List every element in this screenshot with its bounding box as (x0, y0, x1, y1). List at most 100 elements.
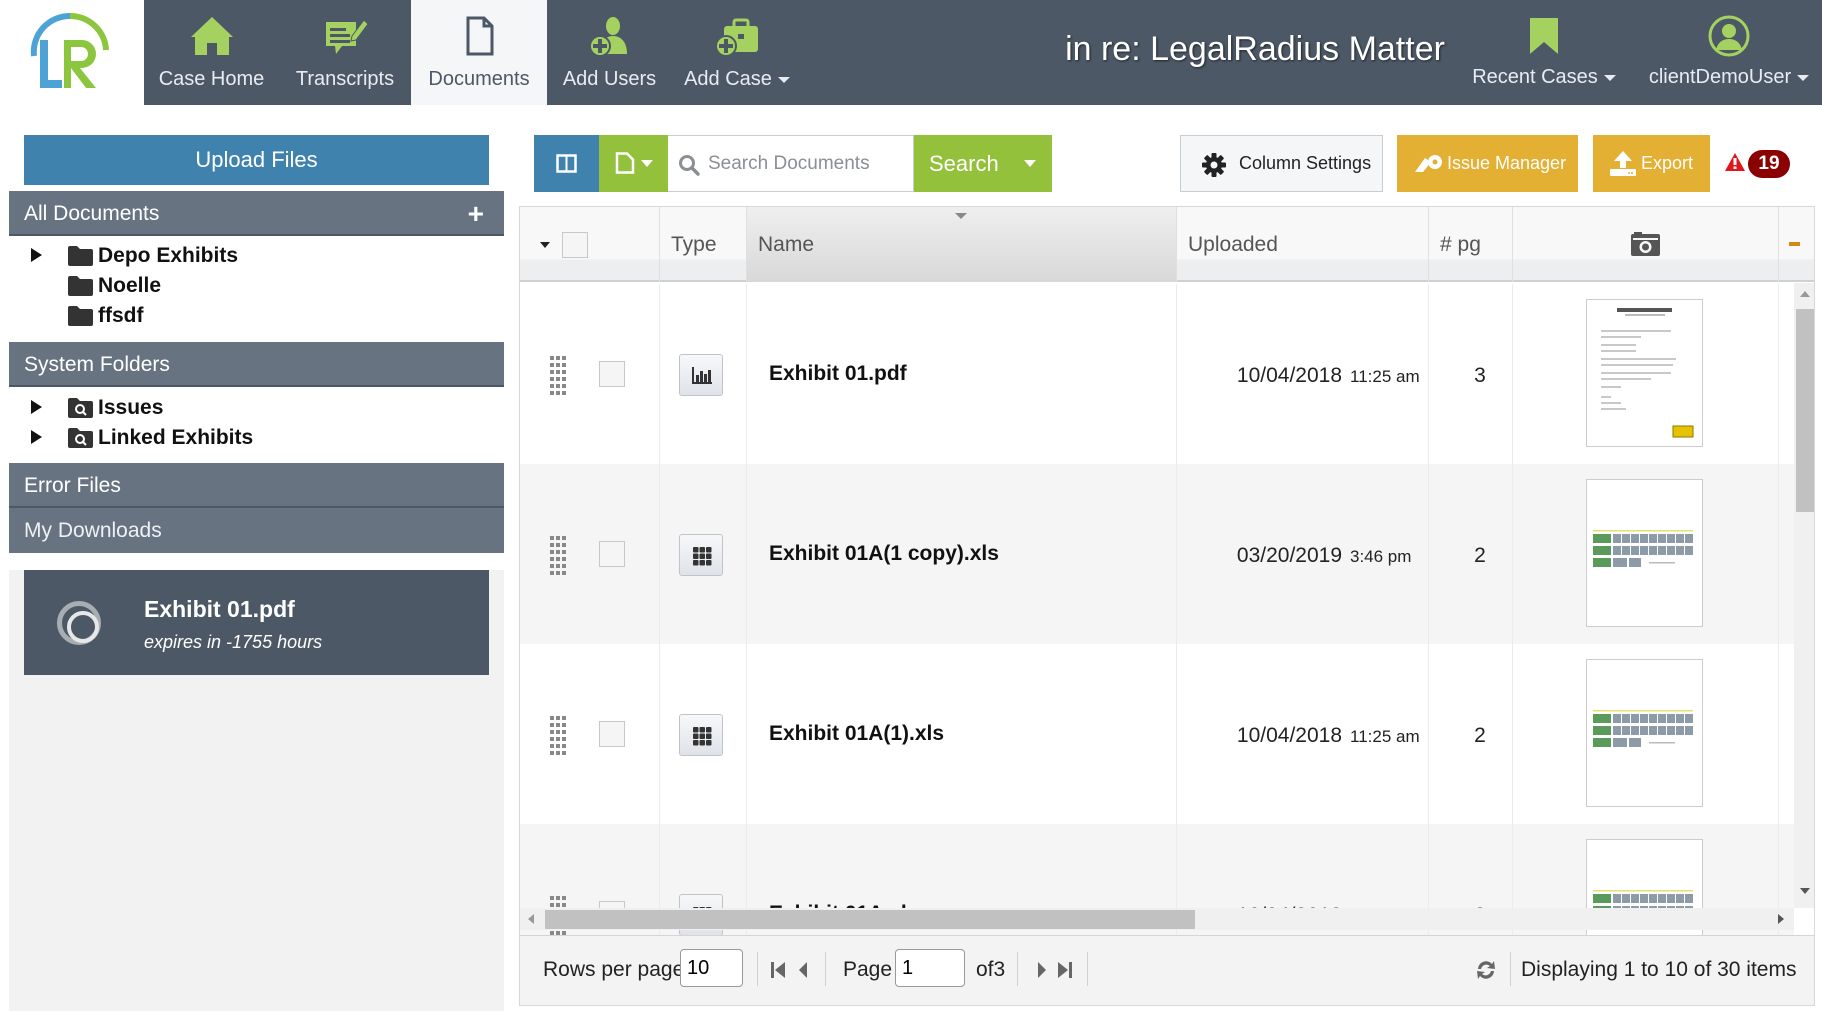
tab-transcripts[interactable]: Transcripts (279, 0, 411, 105)
scroll-down-arrow-icon[interactable] (1800, 888, 1810, 894)
column-header-more[interactable] (1779, 207, 1814, 282)
export-button[interactable]: Export (1593, 135, 1710, 192)
chevron-down-icon[interactable] (1024, 160, 1036, 167)
table-row[interactable]: Exhibit 01.pdf 10/04/2018 11:25 am 3 (520, 284, 1794, 464)
file-type-button[interactable] (679, 534, 723, 576)
alert-count-badge[interactable]: 19 (1748, 150, 1790, 178)
file-name-link[interactable]: Exhibit 01.pdf (769, 362, 907, 386)
folder-item[interactable]: Noelle (31, 272, 161, 300)
vertical-scroll-thumb[interactable] (1796, 309, 1814, 512)
cell-divider (520, 284, 660, 464)
scroll-left-arrow-icon[interactable] (528, 914, 534, 924)
upload-tray-icon (1610, 151, 1636, 176)
file-name-link[interactable]: Exhibit 01A(1 copy).xls (769, 542, 999, 566)
search-button[interactable]: Search (914, 135, 1052, 192)
system-folder-item[interactable]: Linked Exhibits (31, 424, 253, 452)
row-checkbox[interactable] (599, 721, 625, 747)
column-header-pages[interactable]: # pg (1429, 207, 1513, 282)
expand-arrow-icon[interactable] (31, 396, 53, 420)
drag-handle-icon[interactable] (549, 354, 569, 398)
logo[interactable] (0, 0, 144, 105)
document-thumbnail[interactable] (1586, 299, 1703, 447)
user-menu[interactable]: clientDemoUser (1636, 0, 1822, 105)
scroll-right-arrow-icon[interactable] (1778, 914, 1784, 924)
page-number-input[interactable] (895, 949, 965, 987)
last-page-icon[interactable] (1056, 960, 1074, 980)
plus-icon[interactable]: + (468, 191, 484, 236)
divider (825, 952, 826, 986)
row-checkbox[interactable] (599, 361, 625, 387)
next-page-icon[interactable] (1032, 960, 1050, 980)
warning-icon[interactable] (1724, 152, 1746, 172)
search-button-label: Search (929, 151, 999, 176)
document-thumbnail[interactable] (1586, 659, 1703, 807)
document-thumbnail[interactable] (1586, 479, 1703, 627)
folder-item[interactable]: Depo Exhibits (31, 242, 238, 270)
drag-handle-icon[interactable] (549, 714, 569, 758)
issue-manager-button[interactable]: Issue Manager (1397, 135, 1578, 192)
scroll-up-arrow-icon[interactable] (1800, 291, 1810, 297)
tab-case-home[interactable]: Case Home (144, 0, 279, 105)
recent-cases-menu[interactable]: Recent Cases (1464, 0, 1624, 105)
rows-per-page-input[interactable] (680, 949, 743, 987)
error-files-header[interactable]: Error Files (9, 463, 504, 508)
search-input[interactable] (708, 136, 908, 191)
row-checkbox[interactable] (599, 541, 625, 567)
user-name: clientDemoUser (1648, 66, 1792, 88)
table-row[interactable]: Exhibit 01A(1).xls 10/04/2018 11:25 am 2 (520, 644, 1794, 824)
system-folder-item[interactable]: Issues (31, 394, 163, 422)
column-header-type[interactable]: Type (660, 207, 747, 282)
recent-cases-label: Recent Cases (1472, 66, 1598, 88)
folder-label: Noelle (98, 274, 162, 297)
folder-label: Linked Exhibits (98, 426, 254, 449)
home-icon (190, 17, 233, 55)
top-nav: Case Home Transcripts Documents Add User… (0, 0, 1822, 105)
system-folders-header[interactable]: System Folders (9, 342, 504, 387)
toggle-panel-button[interactable] (534, 135, 599, 192)
drag-handle-icon[interactable] (549, 534, 569, 578)
tab-label: clientDemoUser (1636, 66, 1822, 89)
vertical-scrollbar[interactable] (1794, 283, 1814, 908)
spreadsheet-file-type-icon (693, 727, 712, 746)
first-page-icon[interactable] (769, 960, 787, 980)
tab-label-text: Add Case (684, 68, 772, 90)
file-type-button[interactable] (679, 354, 723, 396)
upload-date: 10/04/2018 (1236, 724, 1342, 747)
expand-arrow-icon[interactable] (31, 426, 53, 450)
expand-arrow-icon[interactable] (31, 244, 53, 268)
divider (1087, 952, 1088, 986)
previous-page-icon[interactable] (795, 960, 813, 980)
column-header-name[interactable]: Name (747, 207, 1177, 282)
issue-manager-label: Issue Manager (1447, 153, 1567, 173)
upload-files-button[interactable]: Upload Files (24, 135, 489, 185)
file-type-button[interactable] (679, 714, 723, 756)
search-icon (679, 155, 700, 176)
search-field (668, 135, 914, 192)
folder-item[interactable]: ffsdf (31, 302, 144, 330)
horizontal-scrollbar[interactable] (520, 908, 1794, 930)
refresh-icon[interactable] (1474, 958, 1498, 982)
file-name-link[interactable]: Exhibit 01A(1).xls (769, 722, 944, 746)
highlighter-gear-icon (1415, 155, 1442, 172)
spreadsheet-thumbnail-image (1593, 710, 1693, 747)
add-case-briefcase-icon (715, 18, 758, 57)
tab-label: Case Home (158, 68, 265, 90)
select-all-checkbox[interactable] (562, 232, 588, 258)
column-settings-button[interactable]: Column Settings (1180, 135, 1383, 192)
new-document-dropdown[interactable] (599, 135, 668, 192)
folder-icon (68, 246, 93, 266)
all-documents-header[interactable]: All Documents + (9, 191, 504, 236)
table-row[interactable]: Exhibit 01A(1 copy).xls 03/20/2019 3:46 pm… (520, 464, 1794, 644)
bookmark-icon (1530, 18, 1558, 54)
divider (1510, 952, 1511, 986)
tab-add-case[interactable]: Add Case (672, 0, 802, 105)
download-item[interactable]: Exhibit 01.pdf expires in -1755 hours (24, 570, 489, 675)
my-downloads-header[interactable]: My Downloads (9, 508, 504, 553)
tab-add-users[interactable]: Add Users (547, 0, 672, 105)
column-header-uploaded[interactable]: Uploaded (1177, 207, 1429, 282)
horizontal-scroll-thumb[interactable] (545, 910, 1195, 929)
tab-documents[interactable]: Documents (411, 0, 547, 105)
page-count: 3 (1474, 364, 1486, 387)
select-menu-caret-icon[interactable] (540, 242, 550, 248)
column-header-thumbnail[interactable] (1513, 207, 1779, 282)
